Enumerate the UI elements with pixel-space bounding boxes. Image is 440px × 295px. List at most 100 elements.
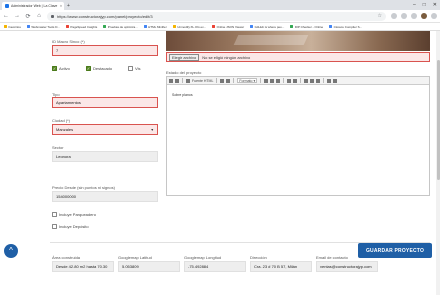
tipo-input[interactable]: Apartamentos bbox=[52, 97, 158, 108]
email-input[interactable]: ventas@constructorajyp.com bbox=[316, 261, 378, 272]
star-icon[interactable]: ☆ bbox=[378, 13, 382, 19]
source-html-button[interactable]: Fuente HTML bbox=[192, 79, 213, 83]
latitud-input[interactable]: 5.053809 bbox=[118, 261, 180, 272]
longitud-input[interactable]: -75.492884 bbox=[184, 261, 246, 272]
window-controls: – □ ✕ bbox=[413, 1, 437, 9]
bookmark-icon bbox=[329, 25, 333, 28]
bookmark-item[interactable]: DIP Checker - Online bbox=[290, 25, 323, 29]
bookmark-item[interactable]: PageSpeed Insights bbox=[65, 25, 97, 29]
parqueadero-checkbox[interactable]: Incluye Parqueadero bbox=[52, 212, 96, 217]
scrollbar-thumb[interactable] bbox=[436, 60, 440, 180]
id-macro-input[interactable]: 7 bbox=[52, 45, 158, 56]
bookmark-icon bbox=[65, 25, 69, 28]
bookmark-item[interactable]: Closure Compiler S... bbox=[329, 25, 362, 29]
precio-label: Precio Desde (sin puntos ni signos) bbox=[52, 185, 115, 190]
choose-file-button[interactable]: Elegir archivo bbox=[169, 53, 200, 61]
maximize-icon[interactable]: □ bbox=[423, 1, 426, 9]
rich-text-editor[interactable]: Fuente HTML Formato ▾ Sobre planos bbox=[166, 76, 430, 196]
url-input[interactable]: https://www.constructorajyp.com/panel/pr… bbox=[47, 11, 386, 21]
bold-icon[interactable] bbox=[169, 78, 173, 83]
id-macro-label: ID Macro Sinco (*) bbox=[52, 39, 85, 44]
maximize-icon[interactable] bbox=[327, 78, 332, 83]
source-icon[interactable] bbox=[186, 78, 190, 83]
menu-icon[interactable] bbox=[431, 13, 437, 19]
new-tab-button[interactable]: + bbox=[67, 2, 70, 10]
home-icon[interactable]: ⌂ bbox=[36, 13, 42, 19]
image-icon[interactable] bbox=[276, 78, 281, 83]
bookmark-item[interactable]: Pruebas de optimiza... bbox=[103, 25, 138, 29]
area-input[interactable]: Desde 42.80 m2 hasta 70.30 bbox=[52, 261, 114, 272]
bookmark-item[interactable]: Webmaster Tools D... bbox=[26, 25, 60, 29]
bookmark-icon bbox=[143, 25, 147, 28]
bookmark-icon bbox=[290, 25, 294, 28]
direccion-input[interactable]: Cra. 23 # 70 B 57, Milán bbox=[250, 261, 312, 272]
estado-label: Estado del proyecto bbox=[166, 70, 202, 75]
align-icon[interactable] bbox=[287, 78, 292, 83]
site-favicon-icon bbox=[5, 4, 9, 8]
destacado-checkbox[interactable]: ✓ Destacado bbox=[86, 66, 112, 71]
image-file-input[interactable]: Elegir archivo No se eligió ningún archi… bbox=[166, 52, 430, 62]
checkbox-empty-icon bbox=[52, 212, 57, 217]
reload-icon[interactable]: ⟳ bbox=[25, 13, 31, 20]
deposito-checkbox[interactable]: Incluye Depósito bbox=[52, 224, 89, 229]
format-dropdown[interactable]: Formato ▾ bbox=[237, 77, 258, 84]
close-window-icon[interactable]: ✕ bbox=[433, 1, 437, 9]
url-text: https://www.constructorajyp.com/panel/pr… bbox=[57, 13, 153, 19]
italic-format-icon[interactable] bbox=[310, 78, 315, 83]
ciudad-select[interactable]: Manzales ▼ bbox=[52, 124, 158, 135]
chevron-down-icon: ▾ bbox=[253, 78, 256, 83]
file-status-text: No se eligió ningún archivo bbox=[202, 54, 251, 60]
precio-input[interactable]: 154000000 bbox=[52, 191, 158, 202]
direccion-label: Dirección bbox=[250, 255, 267, 260]
list-icon[interactable] bbox=[220, 78, 225, 83]
bookmark-icon bbox=[212, 25, 216, 28]
checkbox-empty-icon bbox=[52, 224, 57, 229]
bookmarks-bar: Favoritos Webmaster Tools D... PageSpeed… bbox=[0, 23, 440, 31]
profile-avatar[interactable] bbox=[421, 13, 427, 19]
minimize-icon[interactable]: – bbox=[413, 1, 416, 9]
table-icon[interactable] bbox=[293, 78, 298, 83]
checkmark-icon: ✓ bbox=[86, 66, 91, 71]
browser-tab[interactable]: Administrador Web | La Clave × bbox=[2, 2, 64, 10]
italic-icon[interactable] bbox=[175, 78, 179, 83]
extension-icon[interactable] bbox=[401, 13, 407, 19]
vis-checkbox[interactable]: Vis bbox=[128, 66, 140, 71]
extension-icon[interactable] bbox=[391, 13, 397, 19]
scroll-to-top-button[interactable]: ^ bbox=[4, 244, 18, 258]
bookmark-item[interactable]: HTML Minifier bbox=[143, 25, 167, 29]
project-image-preview bbox=[166, 31, 430, 51]
indent-icon[interactable] bbox=[226, 78, 231, 83]
unlink-icon[interactable] bbox=[270, 78, 275, 83]
back-icon[interactable]: ← bbox=[3, 13, 9, 19]
tab-close-icon[interactable]: × bbox=[60, 4, 62, 8]
ciudad-label: Ciudad (*) bbox=[52, 118, 71, 123]
save-project-button[interactable]: GUARDAR PROYECTO bbox=[358, 243, 432, 258]
bookmark-icon bbox=[103, 25, 107, 28]
email-label: Email de contacto bbox=[316, 255, 348, 260]
forward-icon[interactable]: → bbox=[14, 13, 20, 19]
tab-title: Administrador Web | La Clave bbox=[11, 4, 58, 8]
sector-input[interactable]: Leonora bbox=[52, 151, 158, 162]
collections-icon[interactable] bbox=[411, 13, 417, 19]
sector-label: Sector bbox=[52, 145, 64, 150]
editor-body[interactable]: Sobre planos bbox=[167, 85, 429, 105]
toolbar-extensions bbox=[391, 13, 437, 19]
bookmark-icon bbox=[250, 25, 254, 28]
bookmark-item[interactable]: Online JSON Viewer bbox=[212, 25, 244, 29]
link-icon[interactable] bbox=[264, 78, 269, 83]
chevron-down-icon: ▼ bbox=[150, 127, 154, 132]
chevron-up-icon: ^ bbox=[9, 246, 13, 255]
activo-checkbox[interactable]: ✓ Activo bbox=[52, 66, 70, 71]
help-icon[interactable] bbox=[333, 78, 338, 83]
bookmark-item[interactable]: Favoritos bbox=[4, 25, 21, 29]
bookmark-item[interactable]: GitHub is where peo... bbox=[250, 25, 284, 29]
area-label: Área construida bbox=[52, 255, 81, 260]
star-folder-icon bbox=[4, 25, 7, 28]
bold-format-icon[interactable] bbox=[304, 78, 309, 83]
bookmark-item[interactable]: Unmodify.XL.OG ex... bbox=[172, 25, 206, 29]
checkbox-empty-icon bbox=[128, 66, 133, 71]
bookmark-icon bbox=[26, 25, 30, 28]
address-bar-row: ← → ⟳ ⌂ https://www.constructorajyp.com/… bbox=[0, 10, 440, 23]
longitud-label: Googlemap Longitud bbox=[184, 255, 222, 260]
strike-icon[interactable] bbox=[316, 78, 321, 83]
